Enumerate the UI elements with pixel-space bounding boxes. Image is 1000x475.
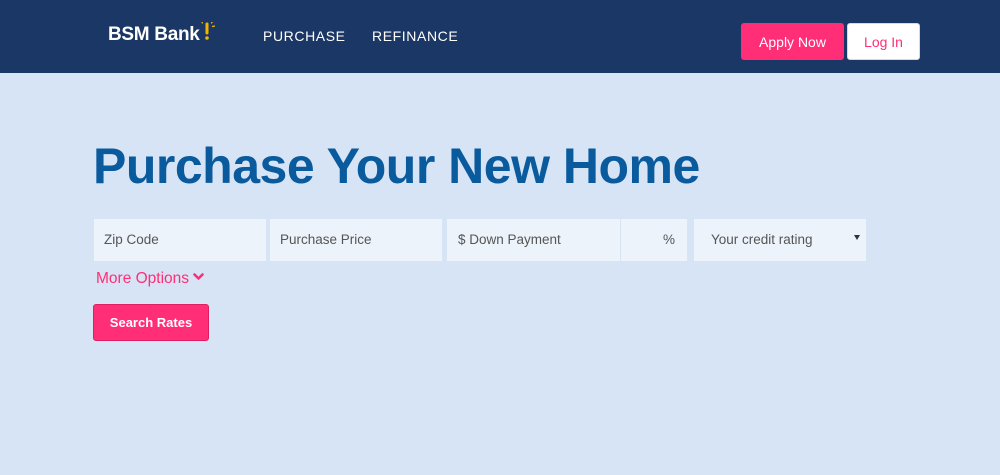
chevron-down-icon xyxy=(193,273,204,281)
top-navbar: BSM Bank PURCHASE REFINANCE Apply Now Lo… xyxy=(0,0,1000,73)
down-payment-percent-input[interactable]: % xyxy=(621,219,687,261)
zip-code-input[interactable]: Zip Code xyxy=(94,219,266,261)
lightbulb-icon xyxy=(200,22,215,42)
nav-link-purchase[interactable]: PURCHASE xyxy=(263,26,346,46)
down-payment-input[interactable]: $ Down Payment xyxy=(447,219,620,261)
more-options-label: More Options xyxy=(96,270,190,287)
credit-rating-select[interactable]: Your credit rating xyxy=(694,219,866,261)
caret-down-icon xyxy=(854,235,860,240)
search-rates-button[interactable]: Search Rates xyxy=(93,304,209,341)
zip-code-placeholder: Zip Code xyxy=(104,232,159,247)
logo-text: BSM Bank xyxy=(108,24,200,45)
down-payment-placeholder: $ Down Payment xyxy=(458,232,561,247)
purchase-price-placeholder: Purchase Price xyxy=(280,232,372,247)
log-in-button[interactable]: Log In xyxy=(847,23,920,60)
credit-rating-selected-value: Your credit rating xyxy=(711,232,813,247)
purchase-price-input[interactable]: Purchase Price xyxy=(270,219,442,261)
page-title: Purchase Your New Home xyxy=(93,138,700,194)
down-payment-percent-placeholder: % xyxy=(662,232,675,247)
more-options-toggle[interactable]: More Options xyxy=(96,268,204,290)
bsm-bank-logo[interactable]: BSM Bank xyxy=(108,22,215,48)
apply-now-button[interactable]: Apply Now xyxy=(741,23,844,60)
nav-link-refinance[interactable]: REFINANCE xyxy=(372,26,458,46)
